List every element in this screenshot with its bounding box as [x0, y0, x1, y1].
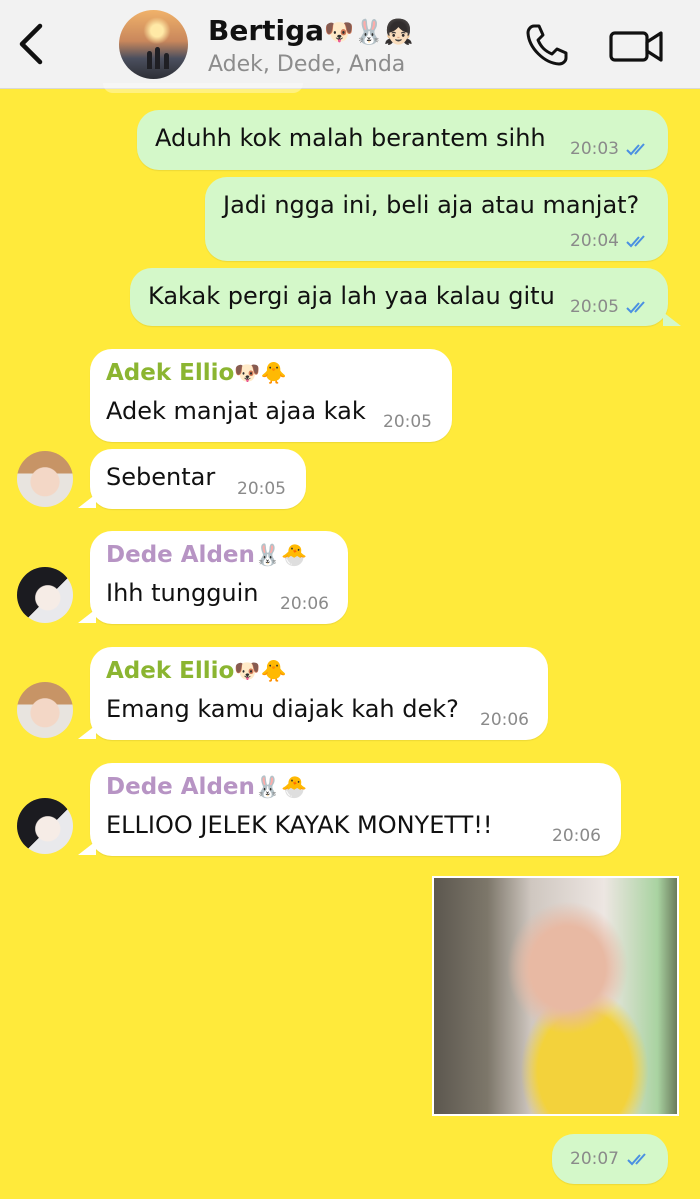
- message-time: 20:07: [570, 1149, 619, 1169]
- message-text: Aduhh kok malah berantem sihh: [155, 124, 546, 152]
- group-title-text: Bertiga: [208, 14, 325, 47]
- sender-emoji: 🐰🐣: [254, 775, 308, 799]
- group-title[interactable]: Bertiga🐶🐰👧🏻: [208, 14, 414, 47]
- video-camera-icon[interactable]: [608, 26, 664, 66]
- message-time: 20:05: [383, 412, 432, 432]
- message-text: Ihh tungguin: [106, 579, 259, 607]
- read-receipt-icon: [626, 143, 645, 156]
- sender-emoji: 🐰🐣: [254, 543, 308, 567]
- message-bubble-incoming[interactable]: Adek Ellio🐶🐥 Adek manjat ajaa kak 20:05: [90, 349, 452, 442]
- message-bubble-outgoing[interactable]: Aduhh kok malah berantem sihh 20:03: [137, 110, 668, 170]
- avatar[interactable]: [17, 567, 73, 623]
- message-time: 20:06: [280, 594, 329, 614]
- sender-name-text: Adek Ellio: [106, 658, 235, 684]
- message-time: 20:06: [480, 710, 529, 730]
- sender-name: Dede Alden🐰🐣: [106, 542, 307, 568]
- group-title-emoji: 🐶🐰👧🏻: [324, 18, 414, 46]
- bubble-tail: [78, 494, 96, 508]
- sender-name-text: Dede Alden: [106, 542, 255, 568]
- group-avatar[interactable]: [119, 10, 188, 79]
- message-bubble-outgoing[interactable]: 20:07: [552, 1134, 668, 1184]
- group-members: Adek, Dede, Anda: [208, 52, 406, 77]
- message-time: 20:03: [570, 139, 619, 159]
- bubble-tail: [663, 312, 681, 326]
- bubble-tail: [78, 841, 96, 855]
- message-text: Adek manjat ajaa kak: [106, 397, 366, 425]
- message-time: 20:05: [570, 297, 619, 317]
- message-bubble-outgoing[interactable]: Jadi ngga ini, beli aja atau manjat? 20:…: [205, 177, 668, 261]
- avatar[interactable]: [17, 798, 73, 854]
- phone-icon[interactable]: [524, 22, 570, 68]
- message-text: Jadi ngga ini, beli aja atau manjat?: [223, 191, 640, 219]
- avatar[interactable]: [17, 682, 73, 738]
- message-bubble-incoming[interactable]: Dede Alden🐰🐣 ELLIOO JELEK KAYAK MONYETT!…: [90, 763, 621, 856]
- chat-header: Bertiga🐶🐰👧🏻 Adek, Dede, Anda: [0, 0, 700, 89]
- message-bubble-incoming[interactable]: Sebentar 20:05: [90, 449, 306, 509]
- message-time: 20:05: [237, 479, 286, 499]
- avatar[interactable]: [17, 451, 73, 507]
- read-receipt-icon: [627, 1153, 646, 1166]
- sender-name: Dede Alden🐰🐣: [106, 774, 307, 800]
- read-receipt-icon: [626, 301, 645, 314]
- message-text: Kakak pergi aja lah yaa kalau gitu: [148, 282, 555, 310]
- message-text: Sebentar: [106, 463, 216, 491]
- bubble-tail: [78, 609, 96, 623]
- message-bubble-outgoing[interactable]: Kakak pergi aja lah yaa kalau gitu 20:05: [130, 268, 668, 326]
- message-bubble-incoming[interactable]: Adek Ellio🐶🐥 Emang kamu diajak kah dek? …: [90, 647, 548, 740]
- sender-name-text: Adek Ellio: [106, 360, 235, 386]
- bubble-tail: [78, 725, 96, 739]
- message-text: Emang kamu diajak kah dek?: [106, 695, 459, 723]
- sender-name: Adek Ellio🐶🐥: [106, 658, 287, 684]
- sender-name-text: Dede Alden: [106, 774, 255, 800]
- sender-emoji: 🐶🐥: [234, 659, 287, 683]
- message-time: 20:06: [552, 826, 601, 846]
- shared-photo[interactable]: [432, 876, 679, 1116]
- message-time: 20:04: [570, 231, 619, 251]
- partial-bubble: [103, 83, 303, 93]
- message-bubble-incoming[interactable]: Dede Alden🐰🐣 Ihh tungguin 20:06: [90, 531, 348, 624]
- read-receipt-icon: [626, 235, 645, 248]
- sender-name: Adek Ellio🐶🐥: [106, 360, 287, 386]
- chevron-left-icon[interactable]: [14, 22, 48, 66]
- message-text: ELLIOO JELEK KAYAK MONYETT!!: [106, 811, 493, 839]
- sender-emoji: 🐶🐥: [234, 361, 287, 385]
